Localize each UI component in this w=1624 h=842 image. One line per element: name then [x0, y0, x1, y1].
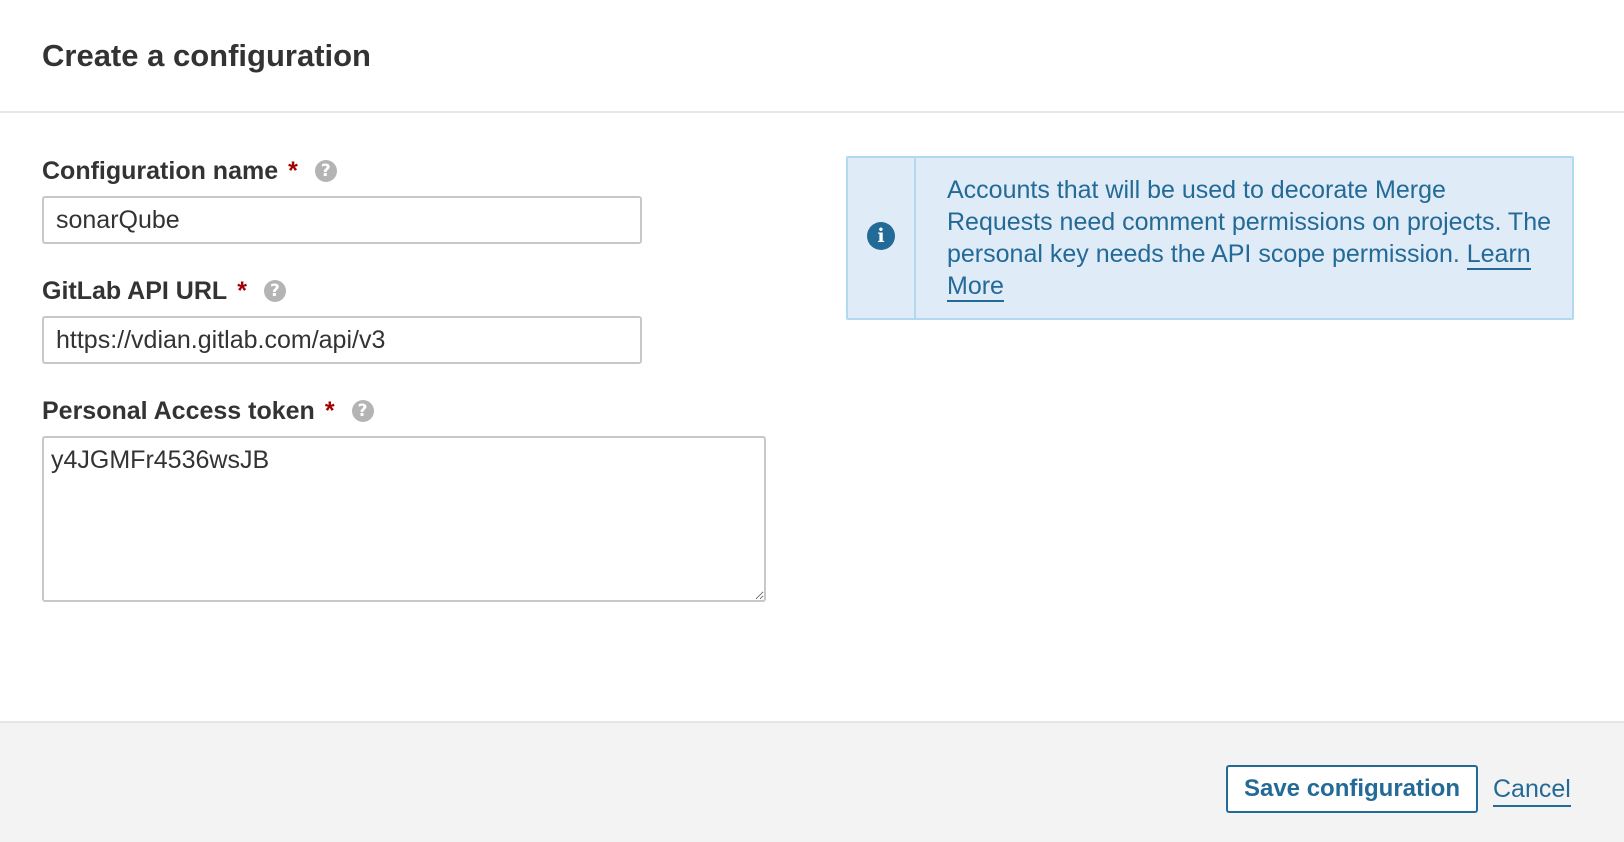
gitlab-api-url-label-text: GitLab API URL: [42, 277, 228, 305]
info-message-text: Accounts that will be used to decorate M…: [947, 176, 1552, 268]
create-configuration-dialog: Create a configuration Configuration nam…: [0, 0, 1624, 842]
gitlab-api-url-label: GitLab API URL * ?: [42, 275, 286, 307]
dialog-header: Create a configuration: [0, 0, 1624, 113]
gitlab-api-url-input[interactable]: [42, 316, 642, 364]
configuration-name-label-text: Configuration name: [42, 157, 279, 185]
info-message: Accounts that will be used to decorate M…: [947, 174, 1557, 302]
personal-access-token-textarea[interactable]: y4JGMFr4536wsJB: [42, 436, 766, 602]
required-marker: *: [237, 277, 247, 305]
cancel-link[interactable]: Cancel: [1493, 773, 1571, 807]
help-icon[interactable]: ?: [263, 280, 286, 302]
help-icon[interactable]: ?: [314, 160, 337, 182]
configuration-name-label: Configuration name * ?: [42, 155, 337, 187]
personal-access-token-label-text: Personal Access token: [42, 397, 315, 425]
info-icon-column: i: [848, 158, 916, 318]
info-circle-icon: i: [867, 222, 895, 250]
save-configuration-button[interactable]: Save configuration: [1226, 765, 1478, 813]
configuration-name-input[interactable]: [42, 196, 642, 244]
required-marker: *: [288, 157, 298, 185]
dialog-footer: Save configuration Cancel: [0, 721, 1624, 842]
required-marker: *: [324, 397, 335, 425]
info-alert: i Accounts that will be used to decorate…: [846, 156, 1574, 320]
help-icon[interactable]: ?: [351, 400, 374, 422]
personal-access-token-label: Personal Access token * ?: [42, 395, 374, 427]
dialog-title: Create a configuration: [42, 38, 371, 73]
